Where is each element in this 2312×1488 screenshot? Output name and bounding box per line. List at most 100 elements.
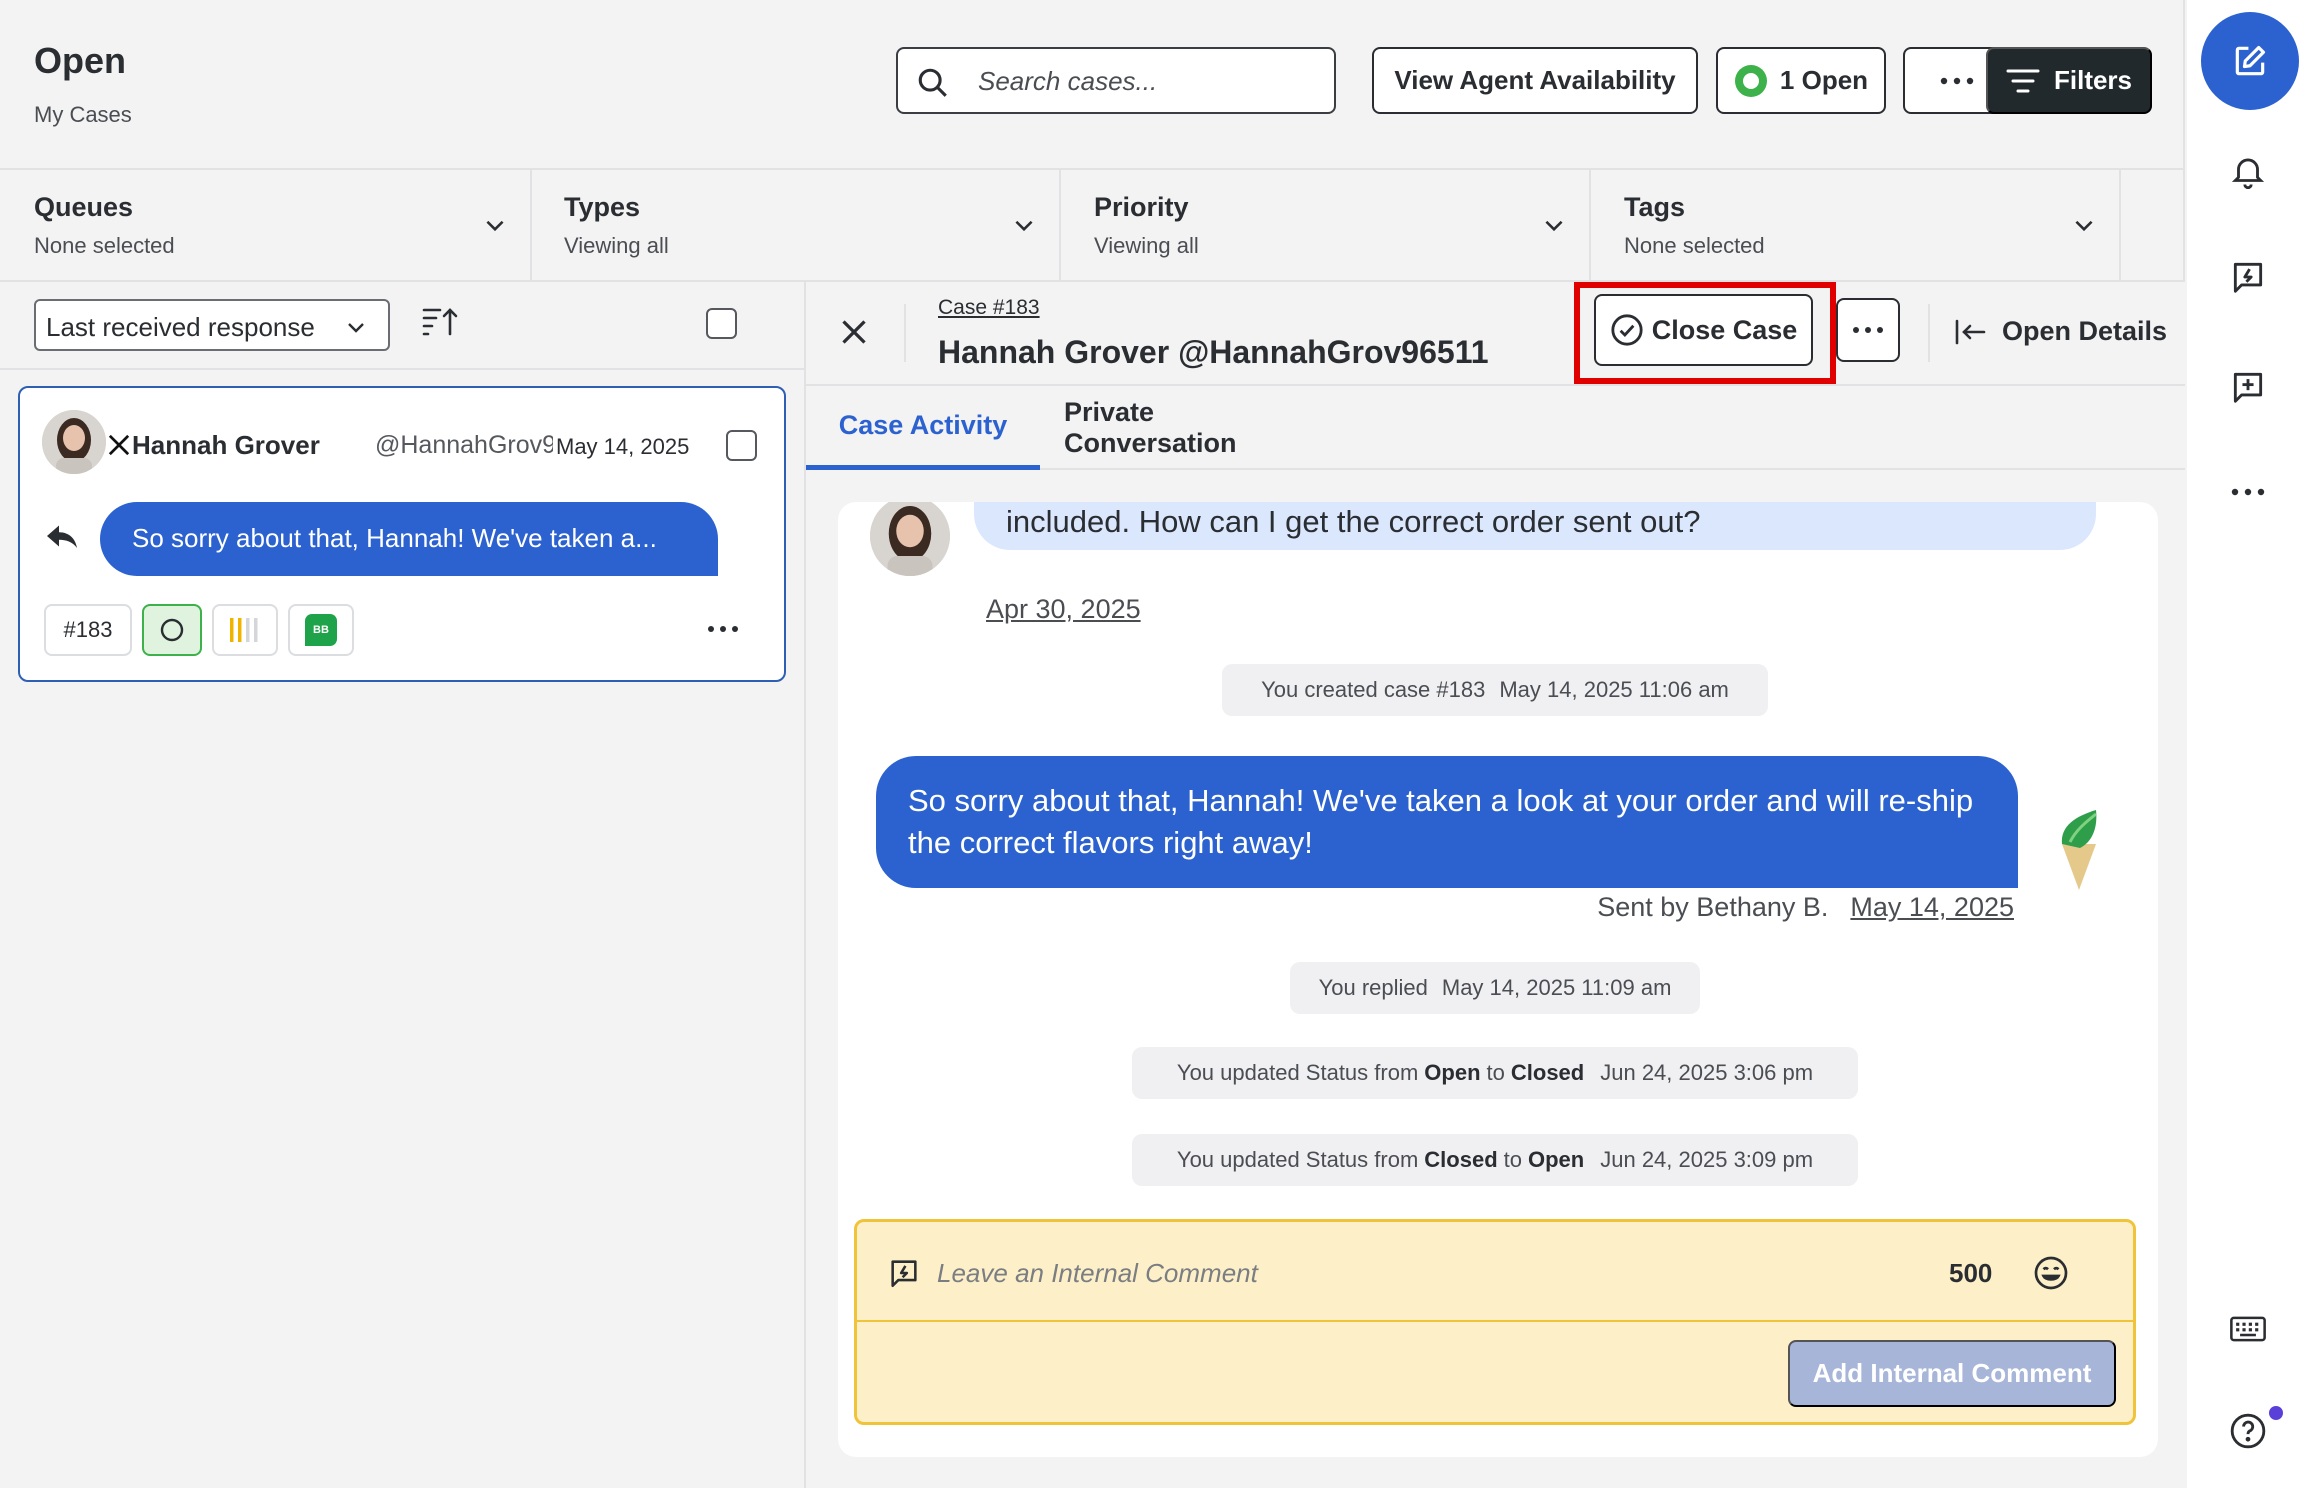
case-select-checkbox[interactable] xyxy=(726,430,757,461)
event-text: You updated Status from xyxy=(1176,1060,1419,1085)
view-agent-availability-button[interactable]: View Agent Availability xyxy=(1372,47,1698,114)
right-rail xyxy=(2187,0,2312,1488)
assignee-chip[interactable]: BB xyxy=(288,604,354,656)
event-status-from: Open xyxy=(1424,1060,1481,1085)
status-chip[interactable] xyxy=(142,604,202,656)
quick-reply-icon[interactable] xyxy=(2229,258,2267,296)
chevron-down-icon xyxy=(486,220,504,232)
filter-priority[interactable]: Priority Viewing all xyxy=(1060,170,1591,280)
sort-select-value: Last received response xyxy=(46,312,315,342)
event-text: You updated Status from xyxy=(1176,1147,1419,1172)
sort-select[interactable]: Last received response xyxy=(34,299,390,351)
emoji-icon[interactable] xyxy=(2033,1255,2069,1291)
divider xyxy=(0,368,806,370)
case-activity-feed: included. How can I get the correct orde… xyxy=(838,502,2158,1457)
event-text: You replied xyxy=(1318,975,1428,1000)
event-text: to xyxy=(1486,1060,1505,1085)
search-box[interactable] xyxy=(896,47,1336,114)
event-time: May 14, 2025 11:06 am xyxy=(1499,677,1729,702)
case-more-options-button[interactable] xyxy=(1836,298,1900,362)
ellipsis-icon[interactable] xyxy=(2229,486,2267,498)
tab-private-conversation[interactable]: Private Conversation xyxy=(1064,386,1320,470)
keyboard-icon[interactable] xyxy=(2229,1312,2267,1346)
customer-message-date[interactable]: Apr 30, 2025 xyxy=(986,594,1141,625)
add-note-icon[interactable] xyxy=(2229,368,2267,406)
filter-label: Types xyxy=(564,192,641,222)
filters-label: Filters xyxy=(2053,65,2133,95)
reply-arrow-icon xyxy=(47,525,77,548)
event-time: Jun 24, 2025 3:09 pm xyxy=(1600,1147,1814,1172)
card-date: May 14, 2025 xyxy=(556,434,690,459)
search-icon xyxy=(918,68,947,97)
status-filter-label: 1 Open xyxy=(1779,65,1869,95)
status-open-icon xyxy=(1734,64,1767,97)
chevron-down-icon xyxy=(1545,220,1563,232)
main-area: Open My Cases View Agent Availability 1 … xyxy=(0,0,2185,1488)
case-number-link[interactable]: Case #183 xyxy=(938,296,1040,320)
filter-label: Tags xyxy=(1624,192,1686,222)
collapse-left-icon xyxy=(1955,319,1986,344)
sort-order-icon[interactable] xyxy=(422,306,458,338)
filter-icon xyxy=(2006,69,2040,92)
event-status-closed: You updated Status from Open to Closed J… xyxy=(1132,1047,1858,1099)
chevron-down-icon xyxy=(2075,220,2093,232)
internal-note-icon xyxy=(891,1260,917,1288)
sent-date-link[interactable]: May 14, 2025 xyxy=(1850,892,2014,922)
filter-types[interactable]: Types Viewing all xyxy=(530,170,1061,280)
page-title: Open xyxy=(34,40,127,81)
filter-value: Viewing all xyxy=(1094,233,1199,258)
search-input[interactable] xyxy=(978,61,1318,101)
edit-icon xyxy=(2235,45,2266,76)
internal-comment-placeholder: Leave an Internal Comment xyxy=(937,1258,1258,1288)
event-text: to xyxy=(1503,1147,1522,1172)
case-header: Case #183 Hannah Grover @HannahGrov96511… xyxy=(806,282,2185,386)
divider xyxy=(904,304,906,362)
filter-value: None selected xyxy=(34,233,175,258)
add-internal-comment-button[interactable]: Add Internal Comment xyxy=(1788,1340,2116,1407)
open-details-button[interactable]: Open Details xyxy=(1954,316,2167,347)
ellipsis-icon[interactable] xyxy=(706,624,740,634)
top-bar: Open My Cases View Agent Availability 1 … xyxy=(0,0,2185,168)
priority-chip[interactable] xyxy=(212,604,278,656)
help-icon[interactable] xyxy=(2229,1412,2267,1450)
page-subtitle: My Cases xyxy=(34,102,132,127)
compose-button[interactable] xyxy=(2201,12,2299,110)
open-details-label: Open Details xyxy=(2002,316,2168,346)
event-time: Jun 24, 2025 3:06 pm xyxy=(1600,1060,1814,1085)
event-text: You created case #183 xyxy=(1261,677,1486,702)
event-case-created: You created case #183 May 14, 2025 11:06… xyxy=(1222,664,1768,716)
case-tabs: Case Activity Private Conversation xyxy=(806,386,2185,470)
chevron-down-icon xyxy=(348,323,364,333)
close-icon[interactable] xyxy=(836,314,872,350)
select-all-checkbox[interactable] xyxy=(706,308,737,339)
card-message-preview: So sorry about that, Hannah! We've taken… xyxy=(100,502,718,576)
filter-bar: Queues None selected Types Viewing all P… xyxy=(0,168,2185,282)
add-internal-comment-label: Add Internal Comment xyxy=(1812,1358,2092,1388)
avatar xyxy=(42,410,106,474)
event-status-to: Open xyxy=(1528,1147,1585,1172)
case-card[interactable]: Hannah Grover @HannahGrov96511 May 14, 2… xyxy=(18,386,786,682)
view-agent-availability-label: View Agent Availability xyxy=(1394,65,1676,95)
internal-comment-input[interactable]: Leave an Internal Comment 500 xyxy=(857,1222,2133,1322)
filter-queues[interactable]: Queues None selected xyxy=(0,170,532,280)
case-number-chip: #183 xyxy=(44,604,132,656)
status-filter-button[interactable]: 1 Open xyxy=(1716,47,1886,114)
agent-reply-bubble: So sorry about that, Hannah! We've taken… xyxy=(876,756,2018,888)
event-replied: You replied May 14, 2025 11:09 am xyxy=(1290,962,1700,1014)
filters-button[interactable]: Filters xyxy=(1986,47,2152,114)
filter-label: Priority xyxy=(1094,192,1189,222)
case-detail-pane: Case #183 Hannah Grover @HannahGrov96511… xyxy=(806,282,2185,1488)
highlight-box xyxy=(1574,282,1836,384)
event-time: May 14, 2025 11:09 am xyxy=(1441,975,1672,1000)
ellipsis-icon xyxy=(1940,77,1974,84)
filter-label: Queues xyxy=(34,192,134,222)
filter-tags[interactable]: Tags None selected xyxy=(1590,170,2121,280)
customer-message-text: included. How can I get the correct orde… xyxy=(1006,504,1701,539)
tab-case-activity[interactable]: Case Activity xyxy=(806,386,1040,470)
event-status-open: You updated Status from Closed to Open J… xyxy=(1132,1134,1858,1186)
card-customer-handle: @HannahGrov96511 xyxy=(375,431,553,459)
event-status-from: Closed xyxy=(1424,1147,1498,1172)
ice-cream-logo-icon xyxy=(2061,810,2097,890)
bell-icon[interactable] xyxy=(2229,152,2267,190)
assignee-initials: BB xyxy=(313,624,329,636)
